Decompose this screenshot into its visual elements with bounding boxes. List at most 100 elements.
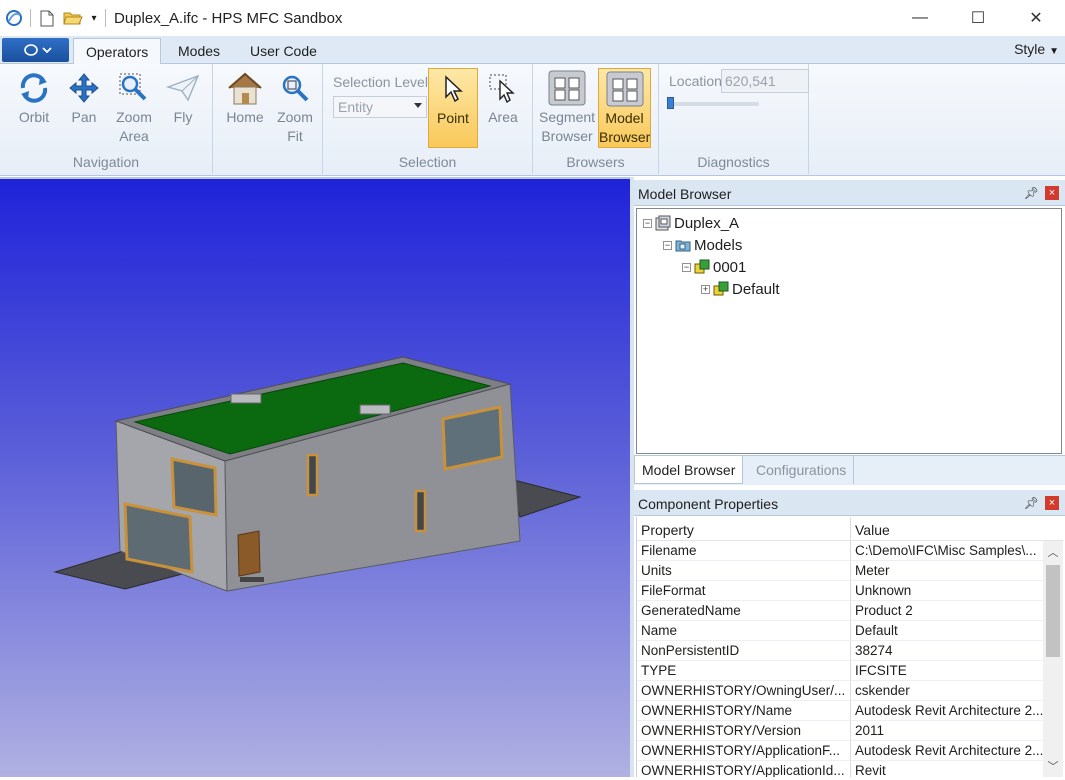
segment-icon [713,281,729,296]
table-row[interactable]: OWNERHISTORY/ApplicationF... Autodesk Rev… [637,741,1063,761]
property-scrollbar[interactable]: ︿ ﹀ [1043,541,1063,777]
scroll-down-icon[interactable]: ﹀ [1043,757,1063,777]
collapse-icon[interactable]: − [643,218,652,228]
location-label: Location [669,73,722,89]
zoom-area-label: Zoom Area [116,109,152,144]
property-value: IFCSITE [851,661,1044,681]
property-rows: Filename C:\Demo\IFC\Misc Samples\... Unit… [637,541,1063,777]
scroll-up-icon[interactable]: ︿ [1043,543,1063,563]
point-select-button[interactable]: Point [428,68,478,148]
table-row[interactable]: NonPersistentID 38274 [637,641,1063,661]
selection-level-dropdown[interactable]: Entity [333,96,427,118]
model-browser-button[interactable]: Model Browser [598,68,651,148]
maximize-button[interactable]: ☐ [949,0,1007,36]
new-document-icon[interactable] [37,8,57,28]
property-value: cskender [851,681,1044,701]
minimize-button[interactable]: — [891,0,949,36]
tab-model-browser[interactable]: Model Browser [634,456,744,484]
collapse-icon[interactable]: − [682,262,691,272]
close-button[interactable]: ✕ [1007,0,1065,36]
tree-label: Default [732,280,780,298]
model-browser-icon [606,71,643,107]
scroll-thumb[interactable] [1046,565,1060,657]
table-row[interactable]: Filename C:\Demo\IFC\Misc Samples\... [637,541,1063,561]
window [441,405,504,471]
app-logo-icon[interactable] [4,8,24,28]
pin-icon[interactable]: 📌︎ [1024,496,1039,510]
collapse-icon[interactable]: − [663,240,672,250]
customize-toolbar-icon[interactable]: ▾ [89,8,99,28]
tab-modes[interactable]: Modes [166,38,232,65]
table-row[interactable]: GeneratedName Product 2 [637,601,1063,621]
property-value: 2011 [851,721,1044,741]
expand-icon[interactable]: + [701,284,710,294]
table-row[interactable]: OWNERHISTORY/ApplicationId... Revit [637,761,1063,777]
model-browser-title: Model Browser [638,186,732,202]
table-row[interactable]: OWNERHISTORY/Name Autodesk Revit Architec… [637,701,1063,721]
table-row[interactable]: OWNERHISTORY/OwningUser/... cskender [637,681,1063,701]
application-menu-button[interactable] [2,38,69,62]
3d-viewport[interactable] [0,177,630,777]
column-header-value[interactable]: Value [851,517,894,540]
door [237,530,261,577]
pan-icon [69,73,99,103]
diagnostics-group: Location 620,541 Diagnostics [659,64,809,174]
diagnostics-slider-track[interactable] [669,102,759,106]
location-field[interactable]: 620,541 [721,69,809,93]
pan-button[interactable]: Pan [60,68,108,148]
fly-icon [166,74,200,102]
model-browser-header: Model Browser 📌︎ × [634,180,1065,206]
model-root-icon [655,215,671,231]
close-icon[interactable]: × [1045,186,1059,200]
property-name: OWNERHISTORY/OwningUser/... [637,681,851,701]
area-label: Area [488,109,518,125]
style-menu[interactable]: Style ▼ [1014,41,1059,57]
point-label: Point [437,110,469,126]
home-button[interactable]: Home [221,68,269,148]
column-header-property[interactable]: Property [637,517,851,540]
fly-button[interactable]: Fly [159,68,207,148]
diagnostics-slider-thumb[interactable] [667,97,674,109]
table-row[interactable]: OWNERHISTORY/Version 2011 [637,721,1063,741]
open-folder-icon[interactable] [63,8,83,28]
pin-icon[interactable]: 📌︎ [1024,186,1039,200]
component-properties-header: Component Properties 📌︎ × [634,490,1065,516]
orbit-button[interactable]: Orbit [10,68,58,148]
property-value: C:\Demo\IFC\Misc Samples\... [851,541,1044,561]
table-row[interactable]: FileFormat Unknown [637,581,1063,601]
diagnostics-group-label: Diagnostics [697,154,770,170]
tree-node-duplex[interactable]: − Duplex_A [643,213,739,233]
tree-node-models[interactable]: − Models [663,235,742,255]
model-tree[interactable]: − Duplex_A − Models − 0001 + Default [636,208,1062,454]
roof-vent [230,393,262,404]
property-value: Revit [851,761,1044,777]
selection-group: Selection Level Entity Point Area Select… [323,64,533,174]
chevron-down-icon: ▼ [1049,46,1059,57]
model-browser-label: Model Browser [599,110,651,145]
tree-node-default[interactable]: + Default [701,279,780,299]
zoom-area-icon [119,73,147,101]
zoom-area-button[interactable]: Zoom Area [110,68,158,148]
home-icon [228,72,262,105]
property-name: TYPE [637,661,851,681]
tab-configurations[interactable]: Configurations [749,456,855,484]
area-select-icon [489,74,515,103]
tab-operators[interactable]: Operators [73,38,162,65]
table-row[interactable]: Units Meter [637,561,1063,581]
table-row[interactable]: Name Default [637,621,1063,641]
zoom-fit-button[interactable]: Zoom Fit [271,68,319,148]
area-select-button[interactable]: Area [479,68,527,148]
tab-user-code[interactable]: User Code [238,38,329,65]
table-row[interactable]: TYPE IFCSITE [637,661,1063,681]
selection-group-label: Selection [398,154,457,170]
tree-node-0001[interactable]: − 0001 [682,257,746,277]
dropdown-arrow-icon [414,103,422,108]
zoom-fit-label: Zoom Fit [277,109,313,144]
point-cursor-icon [445,75,463,103]
browser-tabs: Model Browser Configurations [634,455,1065,485]
property-value: Default [851,621,1044,641]
browsers-group-label: Browsers [566,154,625,170]
door-step [240,577,264,582]
close-icon[interactable]: × [1045,496,1059,510]
segment-browser-button[interactable]: Segment Browser [539,68,595,148]
